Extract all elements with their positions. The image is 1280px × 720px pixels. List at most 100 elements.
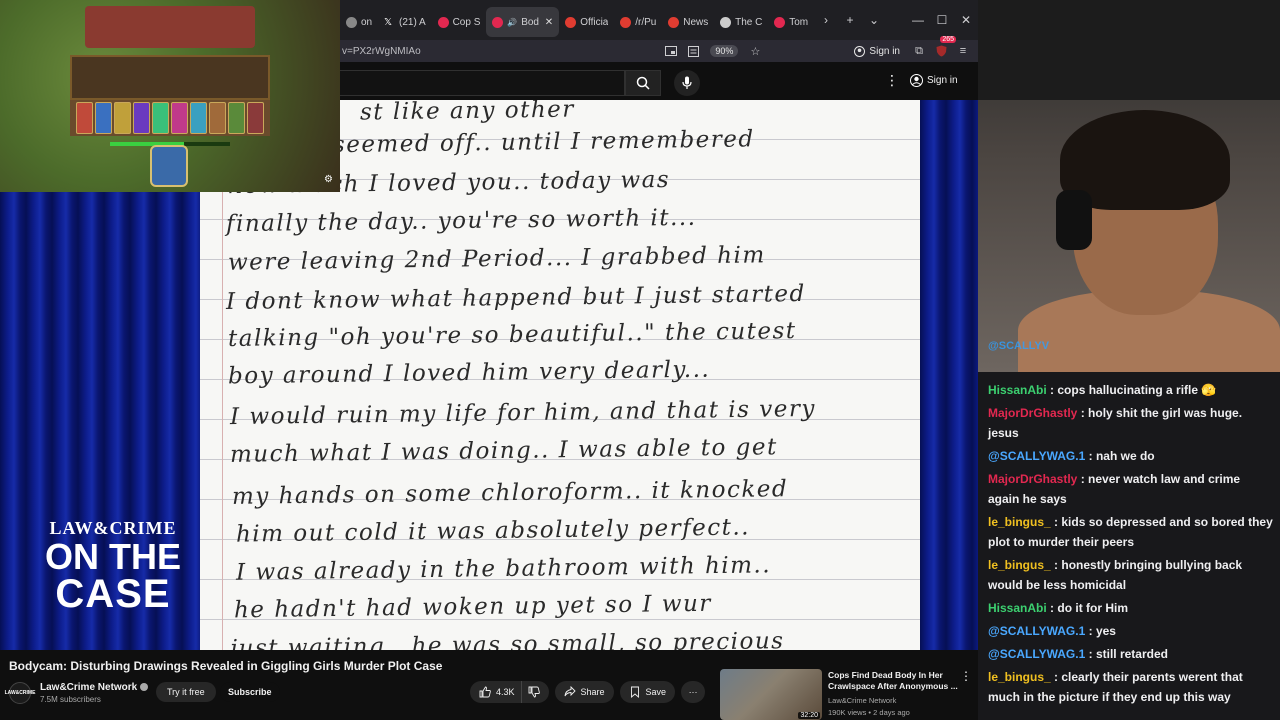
- chat-username[interactable]: HissanAbi: [988, 601, 1047, 615]
- share-button[interactable]: Share: [554, 681, 614, 703]
- handwriting-line: my hands on some chloroform.. it knocked: [231, 476, 789, 510]
- chat-username[interactable]: HissanAbi: [988, 383, 1047, 397]
- chat-message: @SCALLYWAG.1 : nah we do: [988, 449, 1155, 463]
- game-card: [76, 102, 93, 134]
- account-circle-icon: [910, 74, 923, 87]
- chat-username[interactable]: le_bingus_: [988, 670, 1051, 684]
- tab-favicon-icon: [346, 16, 357, 28]
- streamer-webcam: @SCALLYV: [978, 0, 1280, 372]
- handwriting-line: he hadn't had woken up yet so I wur: [233, 590, 712, 624]
- bookmark-star-icon[interactable]: ☆: [746, 42, 764, 60]
- handwriting-line: boy around I loved him very dearly...: [227, 356, 711, 390]
- tab-favicon-icon: [668, 16, 680, 28]
- hero-portrait: [150, 145, 188, 187]
- browser-tab[interactable]: 🔊 Bod ✕: [486, 7, 560, 37]
- chat-text: nah we do: [1095, 449, 1155, 463]
- handwriting-line: talking "oh you're so beautiful.." the c…: [227, 318, 797, 352]
- zoom-level-badge[interactable]: 90%: [710, 45, 739, 57]
- try-free-button[interactable]: Try it free: [156, 682, 216, 702]
- browser-tab[interactable]: Cop S: [432, 7, 487, 37]
- tab-favicon-icon: [437, 16, 449, 28]
- tab-favicon-icon: [620, 16, 632, 28]
- chat-text: cops hallucinating a rifle 🫣: [1057, 383, 1217, 397]
- tab-favicon-icon: [720, 16, 732, 28]
- browser-tab[interactable]: /r/Pu: [614, 7, 662, 37]
- recommended-menu-icon[interactable]: ⋮: [960, 669, 972, 683]
- reader-view-icon[interactable]: [684, 42, 702, 60]
- tab-list-dropdown-icon[interactable]: ⌄: [862, 8, 886, 32]
- dislike-button[interactable]: [520, 681, 549, 703]
- game-card: [209, 102, 226, 134]
- tab-scroll-right-icon[interactable]: ›: [814, 8, 838, 32]
- chat-username[interactable]: le_bingus_: [988, 558, 1051, 572]
- search-button[interactable]: [625, 70, 661, 96]
- hamburger-menu-icon[interactable]: ≡: [954, 42, 972, 60]
- recommended-video[interactable]: 32:20 Cops Find Dead Body In Her Crawlsp…: [720, 669, 978, 720]
- close-window-button[interactable]: ✕: [954, 8, 978, 32]
- subscribe-button[interactable]: Subscribe: [220, 682, 280, 702]
- new-tab-button[interactable]: +: [838, 8, 862, 32]
- browser-tab-bar: on 𝕏 (21) A Cop S 🔊 Bod ✕ Officia/r/Pu News The C…: [340, 0, 978, 40]
- tab-label: /r/Pu: [635, 16, 657, 28]
- close-tab-icon[interactable]: ✕: [545, 17, 553, 28]
- browser-account-button[interactable]: Sign in: [854, 45, 900, 57]
- more-options-icon[interactable]: ⋮: [885, 72, 899, 89]
- chat-text: still retarded: [1095, 647, 1168, 661]
- url-field[interactable]: v=PX2rWgNMIAo: [340, 46, 660, 57]
- x-icon: 𝕏: [384, 16, 393, 28]
- tab-label: on: [361, 16, 373, 28]
- browser-tab[interactable]: The C: [714, 7, 768, 37]
- recommended-title[interactable]: Cops Find Dead Body In Her Crawlspace Af…: [828, 670, 958, 692]
- tab-favicon-icon: [774, 16, 786, 28]
- chat-username[interactable]: MajorDrGhastly: [988, 406, 1077, 420]
- chat-username[interactable]: @SCALLYWAG.1: [988, 624, 1085, 638]
- handwriting-line: I dont know what happend but I just star…: [225, 280, 806, 316]
- chat-message: HissanAbi : do it for Him: [988, 601, 1129, 615]
- minimize-button[interactable]: —: [906, 8, 930, 32]
- chat-username[interactable]: @SCALLYWAG.1: [988, 449, 1085, 463]
- youtube-signin-button[interactable]: Sign in: [910, 74, 958, 87]
- youtube-header: ⋮ Sign in: [340, 62, 978, 100]
- speaker-icon[interactable]: 🔊: [507, 18, 517, 27]
- channel-name[interactable]: Law&Crime Network: [40, 682, 149, 693]
- channel-avatar[interactable]: LAW&CRIME: [5, 682, 35, 704]
- browser-tab[interactable]: on: [340, 7, 378, 37]
- browser-tab[interactable]: News: [662, 7, 714, 37]
- address-bar: v=PX2rWgNMIAo 90% ☆ Sign in ⧉ 265 ≡: [340, 36, 978, 62]
- share-arrow-icon: [564, 686, 576, 697]
- more-horizontal-icon: ···: [688, 687, 698, 697]
- chat-message: MajorDrGhastly : holy shit the girl was …: [988, 406, 1243, 440]
- save-button[interactable]: Save: [619, 681, 676, 703]
- ublock-extension-icon[interactable]: 265: [932, 36, 956, 60]
- chat-message: le_bingus_ : kids so depressed and so bo…: [988, 515, 1273, 549]
- chat-username[interactable]: MajorDrGhastly: [988, 472, 1077, 486]
- more-actions-button[interactable]: ···: [681, 681, 706, 703]
- browser-tab[interactable]: Tom: [768, 7, 814, 37]
- search-icon: [636, 76, 650, 90]
- share-label: Share: [580, 687, 605, 697]
- chat-message: HissanAbi : cops hallucinating a rifle 🫣: [988, 383, 1217, 397]
- thumbs-down-icon: [528, 686, 540, 698]
- handwriting-line: st like any other: [359, 100, 575, 126]
- extensions-icon[interactable]: ⧉: [910, 42, 928, 60]
- handwriting-line: much what I was doing.. I was able to ge…: [229, 434, 778, 468]
- voice-search-button[interactable]: [674, 70, 700, 96]
- game-card: [152, 102, 169, 134]
- recommended-thumbnail[interactable]: 32:20: [720, 669, 822, 720]
- chat-username[interactable]: @SCALLYWAG.1: [988, 647, 1085, 661]
- maximize-button[interactable]: ☐: [930, 8, 954, 32]
- youtube-signin-label: Sign in: [927, 75, 958, 86]
- search-input[interactable]: [340, 70, 625, 96]
- save-label: Save: [645, 687, 667, 697]
- chat-message: MajorDrGhastly : never watch law and cri…: [988, 472, 1241, 506]
- verified-check-icon: [140, 683, 149, 692]
- picture-in-picture-icon[interactable]: [662, 42, 680, 60]
- chat-username[interactable]: le_bingus_: [988, 515, 1051, 529]
- browser-signin-label: Sign in: [869, 45, 900, 57]
- like-button[interactable]: 4.3K: [470, 681, 521, 703]
- game-card: [228, 102, 245, 134]
- browser-tab[interactable]: Officia: [559, 7, 614, 37]
- settings-gear-icon[interactable]: ⚙: [324, 174, 333, 185]
- browser-tab[interactable]: 𝕏 (21) A: [378, 7, 432, 37]
- tab-favicon-icon: [565, 16, 577, 28]
